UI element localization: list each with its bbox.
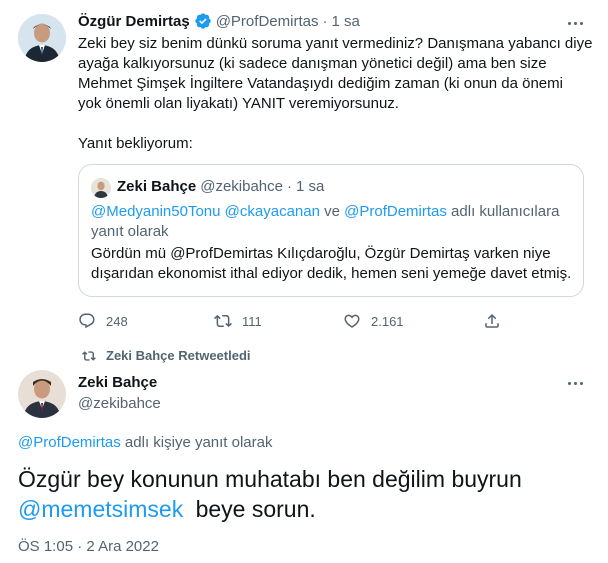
share-icon (485, 313, 499, 328)
quote-mention-1[interactable]: @Medyanin50Tonu (91, 203, 220, 220)
timestamp-row: ÖS 1:05 · 2 Ara 2022 (18, 538, 159, 555)
quote-author-name[interactable]: Zeki Bahçe (117, 178, 196, 195)
reply-count: 248 (106, 313, 128, 329)
quote-body: Gördün mü @ProfDemirtas Kılıçdaroğlu, Öz… (91, 244, 581, 284)
quote-reply-context: @Medyanin50Tonu @ckayacanan ve @ProfDemi… (91, 202, 571, 242)
quote-body-line: dışarıdan ekonomist ithal ediyor dedik, … (91, 265, 572, 282)
share-button[interactable] (483, 312, 501, 330)
quote-mention-2[interactable]: @ckayacanan (225, 203, 320, 220)
quoted-tweet-card[interactable]: Zeki Bahçe @zekibahce · 1 sa @Medyanin50… (78, 164, 584, 297)
like-button[interactable]: 2.161 (343, 312, 404, 330)
reply-icon (79, 313, 95, 329)
more-options-icon[interactable] (568, 22, 583, 25)
heart-icon (344, 314, 360, 328)
quote-separator: · (287, 178, 292, 195)
like-count: 2.161 (371, 313, 404, 329)
tweet-text-line: Zeki bey siz benim dünkü soruma yanıt ve… (78, 35, 593, 52)
timestamp-separator: · (77, 538, 83, 555)
tweet-time[interactable]: 1 sa (331, 13, 359, 30)
quote-reply-suffix: adlı kullanıcılara (451, 203, 560, 220)
quote-body-line: Gördün mü @ProfDemirtas Kılıçdaroğlu, Öz… (91, 245, 551, 262)
separator-dot: · (322, 12, 328, 30)
tweet-text: Zeki bey siz benim dünkü soruma yanıt ve… (78, 34, 598, 114)
quote-avatar[interactable] (91, 178, 111, 198)
retweet-count: 111 (242, 313, 262, 329)
main-tweet-line2: beye sorun. (195, 496, 316, 522)
main-more-options-icon[interactable] (568, 382, 583, 385)
quote-author-handle[interactable]: @zekibahce (200, 178, 283, 195)
tweet-text-line: ayağa kalkıyorsunuz (ki sadece danışman … (78, 55, 547, 72)
tweet-date[interactable]: 2 Ara 2022 (86, 538, 159, 555)
quote-reply-line2: yanıt olarak (91, 223, 169, 240)
reply-context-suffix: adlı kişiye yanıt olarak (124, 434, 273, 451)
tweet-text-line: yok önemli olan liyakatı) YANIT veremiyo… (78, 95, 399, 112)
verified-badge-icon (194, 12, 212, 30)
quote-time[interactable]: 1 sa (296, 178, 324, 195)
retweet-banner[interactable]: Zeki Bahçe Retweetledi (106, 348, 251, 363)
avatar-ozgur-demirtas[interactable] (18, 14, 66, 62)
reply-context-mention[interactable]: @ProfDemirtas (18, 434, 121, 451)
author-handle[interactable]: @ProfDemirtas (216, 13, 319, 30)
quote-reply-and: ve (324, 203, 340, 220)
author-name[interactable]: Özgür Demirtaş (78, 13, 190, 30)
quote-mention-3[interactable]: @ProfDemirtas (344, 203, 447, 220)
reply-context: @ProfDemirtas adlı kişiye yanıt olarak (18, 434, 273, 451)
main-tweet-text: Özgür bey konunun muhatabı ben değilim b… (18, 464, 598, 524)
retweet-icon (214, 314, 232, 328)
tweet-text-last: Yanıt bekliyorum: (78, 135, 193, 152)
main-author-name[interactable]: Zeki Bahçe (78, 374, 157, 391)
tweet-text-line: Mehmet Şimşek İngiltere Vatandaşıydı ded… (78, 75, 563, 92)
main-tweet-mention[interactable]: @memetsimsek (18, 496, 183, 522)
main-author-handle[interactable]: @zekibahce (78, 395, 161, 412)
main-tweet-line: Özgür bey konunun muhatabı ben değilim b… (18, 466, 522, 492)
tweet-timestamp[interactable]: ÖS 1:05 (18, 538, 73, 555)
reply-button[interactable]: 248 (78, 312, 128, 330)
retweet-button[interactable]: 111 (214, 312, 262, 330)
avatar-zeki-bahce[interactable] (18, 370, 66, 418)
retweeted-icon (82, 350, 96, 361)
